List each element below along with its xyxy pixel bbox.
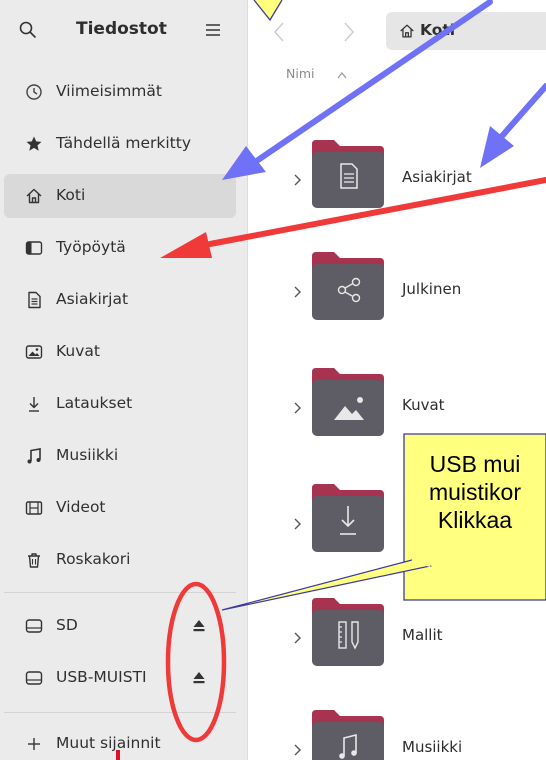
sidebar-item-label: Koti [56, 186, 86, 204]
desktop-icon [25, 241, 43, 255]
chevron-right-icon[interactable] [292, 172, 302, 188]
sidebar-item-recent[interactable]: Viimeisimmät [4, 70, 236, 114]
search-icon[interactable] [18, 20, 38, 40]
sidebar-item-label: Videot [56, 498, 106, 516]
sidebar-item-other-locations[interactable]: Muut sijainnit [4, 722, 236, 760]
sidebar-item-music[interactable]: Musiikki [4, 434, 236, 478]
sidebar-item-documents[interactable]: Asiakirjat [4, 278, 236, 322]
folder-icon [312, 484, 384, 552]
chevron-right-icon[interactable] [292, 400, 302, 416]
folder-icon [312, 252, 384, 320]
list-item[interactable]: Asiakirjat [286, 138, 546, 228]
sidebar-separator [4, 712, 236, 713]
folder-icon [312, 140, 384, 208]
sort-ascending-icon [337, 71, 347, 79]
chevron-right-icon[interactable] [292, 284, 302, 300]
sidebar-item-starred[interactable]: Tähdellä merkitty [4, 122, 236, 166]
home-icon [400, 24, 414, 38]
file-name: Asiakirjat [402, 168, 472, 186]
plus-icon [28, 738, 40, 750]
folder-icon [312, 368, 384, 436]
sidebar-item-label: Tähdellä merkitty [56, 134, 192, 152]
sidebar-item-usb[interactable]: USB-MUISTI [4, 656, 236, 700]
sidebar-item-downloads[interactable]: Lataukset [4, 382, 236, 426]
document-icon [28, 291, 41, 309]
list-item[interactable]: Kuvat [286, 366, 546, 456]
list-item[interactable]: Musiikki [286, 708, 546, 760]
file-name: Kuvat [402, 396, 445, 414]
sidebar-item-desktop[interactable]: Työpöytä [4, 226, 236, 270]
sidebar: Tiedostot Viimeisimmät Tähdellä merkitty… [0, 0, 248, 760]
folder-icon [312, 710, 384, 760]
sidebar-header: Tiedostot [0, 0, 248, 62]
sidebar-item-label: Muut sijainnit [56, 734, 161, 752]
star-icon [26, 136, 42, 151]
callout-pointer-top [253, 0, 283, 22]
list-item[interactable]: Julkinen [286, 250, 546, 340]
column-header-name[interactable]: Nimi [286, 66, 314, 81]
sidebar-item-home[interactable]: Koti [4, 174, 236, 218]
trash-icon [28, 553, 40, 568]
sidebar-item-label: Musiikki [56, 446, 119, 464]
sidebar-item-sd[interactable]: SD [4, 604, 236, 648]
eject-icon[interactable] [192, 617, 206, 635]
chevron-right-icon[interactable] [292, 742, 302, 758]
sidebar-item-label: USB-MUISTI [56, 668, 147, 686]
callout-text: USB mui muistikor Klikkaa [404, 450, 546, 598]
clock-icon [26, 84, 42, 100]
sidebar-item-label: Viimeisimmät [56, 82, 162, 100]
app-title: Tiedostot [76, 19, 167, 39]
chevron-right-icon[interactable] [292, 630, 302, 646]
file-name: Musiikki [402, 738, 463, 756]
back-button[interactable] [272, 20, 286, 44]
download-icon [29, 397, 39, 412]
hamburger-menu-icon[interactable] [204, 21, 222, 39]
home-icon [26, 188, 42, 204]
image-icon [25, 345, 43, 359]
path-bar[interactable]: Koti [386, 12, 546, 50]
callout-line-1: USB mui [429, 451, 521, 477]
drive-icon [25, 671, 43, 685]
video-icon [25, 501, 43, 515]
sidebar-item-label: Asiakirjat [56, 290, 129, 308]
sidebar-item-videos[interactable]: Videot [4, 486, 236, 530]
list-item[interactable]: Mallit [286, 596, 546, 686]
music-icon [27, 448, 41, 464]
sidebar-item-label: Kuvat [56, 342, 100, 360]
chevron-right-icon[interactable] [292, 516, 302, 532]
sidebar-item-label: Roskakori [56, 550, 131, 568]
sidebar-item-trash[interactable]: Roskakori [4, 538, 236, 582]
callout-line-2: muistikor [428, 479, 521, 505]
file-name: Mallit [402, 626, 443, 644]
folder-icon [312, 598, 384, 666]
sidebar-item-label: SD [56, 616, 78, 634]
file-name: Julkinen [402, 280, 462, 298]
drive-icon [25, 619, 43, 633]
sidebar-item-pictures[interactable]: Kuvat [4, 330, 236, 374]
eject-icon[interactable] [192, 669, 206, 687]
sidebar-item-label: Lataukset [56, 394, 133, 412]
path-label: Koti [420, 21, 456, 39]
forward-button[interactable] [342, 20, 356, 44]
callout-line-3: Klikkaa [437, 507, 513, 533]
sidebar-item-label: Työpöytä [56, 238, 126, 256]
sidebar-separator [4, 592, 236, 593]
